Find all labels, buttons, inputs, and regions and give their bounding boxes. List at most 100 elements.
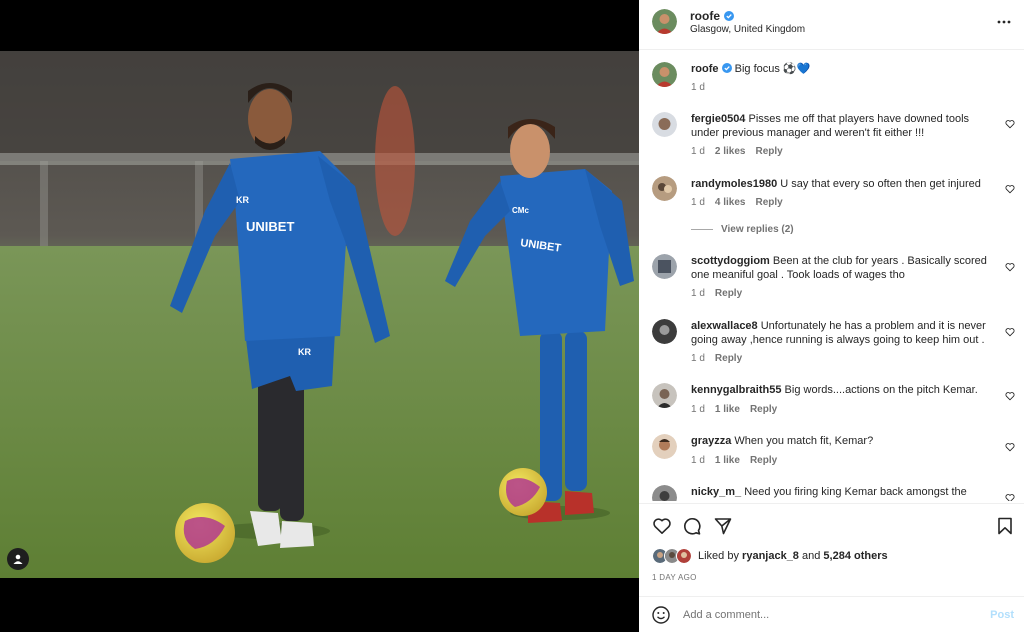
replies-divider — [691, 229, 713, 230]
bookmark-icon[interactable] — [995, 516, 1015, 536]
liked-by-user[interactable]: ryanjack_8 — [742, 550, 799, 562]
caption-username[interactable]: roofe — [691, 63, 719, 75]
heart-icon[interactable] — [1005, 391, 1015, 401]
heart-icon[interactable] — [1005, 262, 1015, 272]
post-side-panel: roofe Glasgow, United Kingdom roofe Big … — [639, 0, 1024, 632]
view-replies-button[interactable]: View replies (2) — [691, 224, 794, 235]
comment-input[interactable] — [683, 605, 973, 625]
tagged-user-icon — [13, 554, 23, 564]
avatar[interactable] — [652, 62, 677, 87]
avatar[interactable] — [652, 383, 677, 408]
comment-icon[interactable] — [682, 516, 702, 536]
likes-summary[interactable]: Liked by ryanjack_8 and 5,284 others — [652, 548, 888, 564]
svg-text:KR: KR — [236, 195, 249, 205]
training-photo: UNIBET KR KR UNIBET CMc — [0, 51, 639, 578]
avatar[interactable] — [652, 434, 677, 459]
comment-text: kennygalbraith55 Big words....actions on… — [691, 384, 996, 398]
comment-username[interactable]: alexwallace8 — [691, 320, 758, 332]
add-comment-bar: Post — [639, 596, 1024, 632]
svg-text:CMc: CMc — [512, 206, 529, 215]
comment-text: grayzza When you match fit, Kemar? — [691, 435, 996, 449]
author-username[interactable]: roofe — [690, 9, 734, 23]
comment-username[interactable]: scottydoggiom — [691, 255, 770, 267]
comment-username[interactable]: fergie0504 — [691, 113, 745, 125]
post-photo[interactable]: UNIBET KR KR UNIBET CMc — [0, 51, 639, 578]
avatar[interactable] — [652, 176, 677, 201]
liker-avatars — [652, 548, 694, 564]
comment-text: nicky_m_ Need you firing king Kemar back… — [691, 486, 996, 500]
commenter-avatar-image — [652, 112, 677, 137]
likes-count[interactable]: 5,284 others — [823, 550, 887, 562]
commenter-avatar-image — [652, 254, 677, 279]
comment-text: alexwallace8 Unfortunately he has a prob… — [691, 320, 996, 347]
liker-avatar-image — [677, 549, 691, 563]
comment-text: fergie0504 Pisses me off that players ha… — [691, 113, 996, 140]
author-avatar-image — [652, 62, 677, 87]
tagged-user-button[interactable] — [7, 548, 29, 570]
comment-time[interactable]: 1 d — [691, 353, 705, 364]
comment-time[interactable]: 1 d — [691, 197, 705, 208]
author-username-text[interactable]: roofe — [690, 9, 720, 23]
comment-username[interactable]: grayzza — [691, 435, 731, 447]
reply-button[interactable]: Reply — [756, 197, 783, 208]
author-avatar-image — [652, 9, 677, 34]
comment-text: randymoles1980 U say that every so often… — [691, 178, 996, 192]
avatar[interactable] — [652, 485, 677, 501]
reply-button[interactable]: Reply — [756, 146, 783, 157]
comment-meta: 1 d Reply — [691, 288, 742, 299]
comment-username[interactable]: randymoles1980 — [691, 178, 777, 190]
heart-icon[interactable] — [1005, 327, 1015, 337]
instagram-post-modal: UNIBET KR KR UNIBET CMc roofe Glasgow, U… — [0, 0, 1024, 632]
share-icon[interactable] — [713, 516, 733, 536]
caption-meta: 1 d — [691, 82, 705, 93]
reply-button[interactable]: Reply — [750, 455, 777, 466]
comment-time[interactable]: 1 d — [691, 404, 705, 415]
commenter-avatar-image — [652, 434, 677, 459]
comment-username[interactable]: nicky_m_ — [691, 486, 741, 498]
comment-text: scottydoggiom Been at the club for years… — [691, 255, 996, 282]
comment-likes[interactable]: 4 likes — [715, 197, 746, 208]
view-replies-label[interactable]: View replies (2) — [721, 224, 794, 235]
post-header: roofe Glasgow, United Kingdom — [639, 0, 1024, 50]
svg-text:UNIBET: UNIBET — [246, 219, 294, 234]
media-panel: UNIBET KR KR UNIBET CMc — [0, 0, 639, 632]
avatar[interactable] — [652, 112, 677, 137]
comments-list[interactable]: roofe Big focus ⚽💙 1 d fergie0504 Pisses… — [639, 51, 1024, 501]
heart-icon[interactable] — [652, 516, 672, 536]
comment-likes[interactable]: 1 like — [715, 404, 740, 415]
avatar[interactable] — [652, 254, 677, 279]
comment-meta: 1 d Reply — [691, 353, 742, 364]
caption-text: roofe Big focus ⚽💙 — [691, 63, 996, 77]
svg-text:KR: KR — [298, 347, 311, 357]
verified-icon — [721, 63, 732, 73]
comment-body: Big words....actions on the pitch Kemar. — [784, 384, 978, 396]
avatar — [676, 548, 692, 564]
caption-body: Big focus ⚽💙 — [734, 63, 811, 75]
more-options-icon[interactable] — [996, 14, 1012, 30]
comment-time[interactable]: 1 d — [691, 288, 705, 299]
post-comment-button[interactable]: Post — [990, 609, 1014, 621]
comment-time[interactable]: 1 d — [691, 146, 705, 157]
comment-likes[interactable]: 1 like — [715, 455, 740, 466]
emoji-icon[interactable] — [652, 606, 670, 624]
comment-time[interactable]: 1 d — [691, 455, 705, 466]
comment-likes[interactable]: 2 likes — [715, 146, 746, 157]
verified-icon — [724, 11, 734, 21]
heart-icon[interactable] — [1005, 493, 1015, 501]
reply-button[interactable]: Reply — [715, 353, 742, 364]
reply-button[interactable]: Reply — [715, 288, 742, 299]
heart-icon[interactable] — [1005, 119, 1015, 129]
caption-time[interactable]: 1 d — [691, 82, 705, 93]
post-actions: Liked by ryanjack_8 and 5,284 others 1 D… — [639, 503, 1024, 595]
avatar[interactable] — [652, 9, 677, 34]
post-location[interactable]: Glasgow, United Kingdom — [690, 24, 805, 35]
avatar[interactable] — [652, 319, 677, 344]
heart-icon[interactable] — [1005, 184, 1015, 194]
comment-meta: 1 d 1 like Reply — [691, 404, 777, 415]
heart-icon[interactable] — [1005, 442, 1015, 452]
reply-button[interactable]: Reply — [750, 404, 777, 415]
comment-body: Need you firing king Kemar back amongst … — [744, 486, 967, 498]
commenter-avatar-image — [652, 319, 677, 344]
comment-username[interactable]: kennygalbraith55 — [691, 384, 781, 396]
post-timestamp[interactable]: 1 DAY AGO — [652, 573, 697, 582]
